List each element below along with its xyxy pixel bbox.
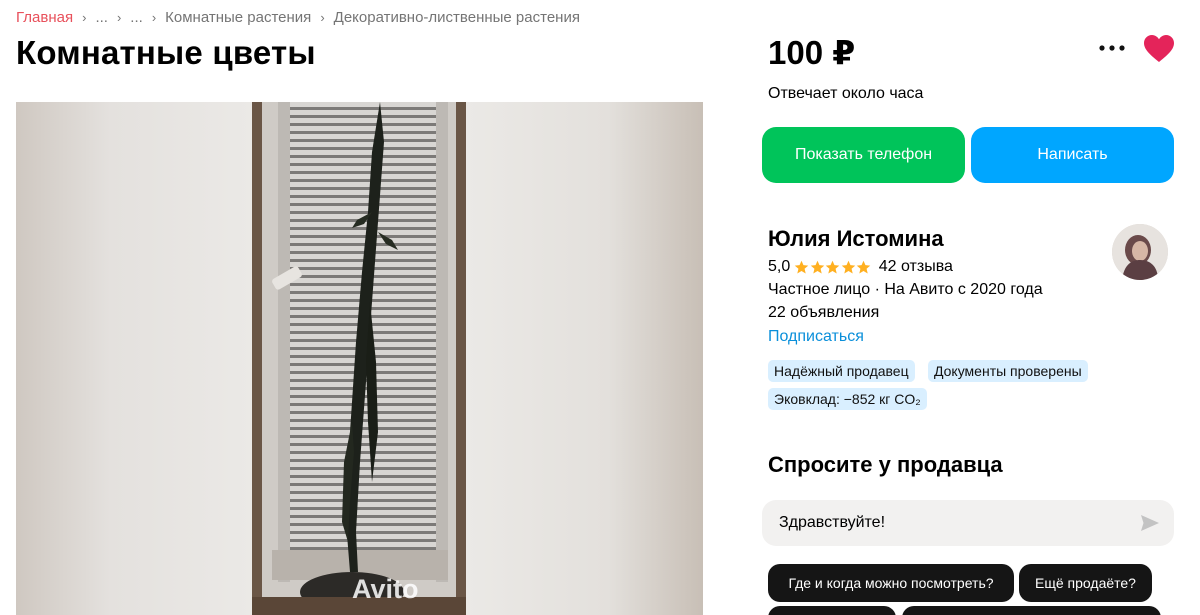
- avito-watermark: Avito: [352, 574, 419, 604]
- quick-question-still-selling[interactable]: Ещё продаёте?: [1019, 564, 1152, 602]
- quick-question-chip[interactable]: [768, 606, 896, 615]
- seller-ads-count[interactable]: 22 объявления: [768, 304, 879, 322]
- chevron-right-icon: ›: [151, 10, 157, 25]
- breadcrumb: Главная › ... › ... › Комнатные растения…: [16, 9, 580, 26]
- seller-rating: 5,0 42 отзыва: [768, 258, 953, 276]
- seller-avatar-image: [1112, 224, 1168, 280]
- star-icon: [795, 260, 809, 273]
- rating-stars: [794, 260, 872, 275]
- show-phone-button[interactable]: Показать телефон: [762, 127, 965, 183]
- chevron-right-icon: ›: [116, 10, 122, 25]
- avatar[interactable]: [1112, 224, 1168, 280]
- price: 100 ₽: [768, 34, 856, 71]
- seller-meta: Частное лицо · На Авито с 2020 года: [768, 281, 1043, 298]
- chevron-right-icon: ›: [82, 10, 87, 25]
- seller-name[interactable]: Юлия Истомина: [768, 226, 944, 252]
- quick-question-chip[interactable]: [902, 606, 1161, 615]
- breadcrumb-item-collapsed[interactable]: ...: [95, 9, 108, 26]
- send-icon[interactable]: [1140, 514, 1160, 532]
- plant-photo-illustration: [252, 102, 466, 615]
- favorite-button[interactable]: [1143, 34, 1175, 64]
- star-icon: [841, 260, 855, 273]
- response-time: Отвечает около часа: [768, 85, 924, 102]
- message-input[interactable]: [779, 514, 1140, 532]
- subscribe-link[interactable]: Подписаться: [768, 328, 864, 346]
- badge-trusted-seller[interactable]: Надёжный продавец: [768, 360, 915, 382]
- reviews-link[interactable]: 42 отзыва: [879, 258, 953, 276]
- star-icon: [826, 260, 840, 273]
- gallery-blur-right: [466, 102, 703, 615]
- rating-value: 5,0: [768, 258, 791, 275]
- heart-icon: [1144, 35, 1174, 62]
- breadcrumb-item-houseplants[interactable]: Комнатные растения: [165, 9, 311, 26]
- message-field[interactable]: [762, 500, 1174, 546]
- page-title: Комнатные цветы: [16, 34, 316, 71]
- listing-photo[interactable]: [252, 102, 466, 615]
- breadcrumb-item-foliage-plants[interactable]: Декоративно-лиственные растения: [334, 9, 580, 26]
- badge-eco-contribution[interactable]: Эковклад: −852 кг CO₂: [768, 388, 927, 410]
- star-icon: [857, 260, 871, 273]
- badge-documents-verified[interactable]: Документы проверены: [928, 360, 1088, 382]
- chevron-right-icon: ›: [320, 10, 325, 25]
- breadcrumb-item-home[interactable]: Главная: [16, 9, 73, 26]
- more-dots-icon: [1099, 45, 1125, 51]
- ask-seller-title: Спросите у продавца: [768, 452, 1003, 477]
- write-message-button[interactable]: Написать: [971, 127, 1174, 183]
- photo-gallery[interactable]: Avito: [16, 102, 703, 615]
- more-options-button[interactable]: [1098, 38, 1126, 58]
- breadcrumb-item-collapsed[interactable]: ...: [130, 9, 143, 26]
- gallery-blur-left: [16, 102, 252, 615]
- star-icon: [810, 260, 824, 273]
- quick-question-viewing[interactable]: Где и когда можно посмотреть?: [768, 564, 1014, 602]
